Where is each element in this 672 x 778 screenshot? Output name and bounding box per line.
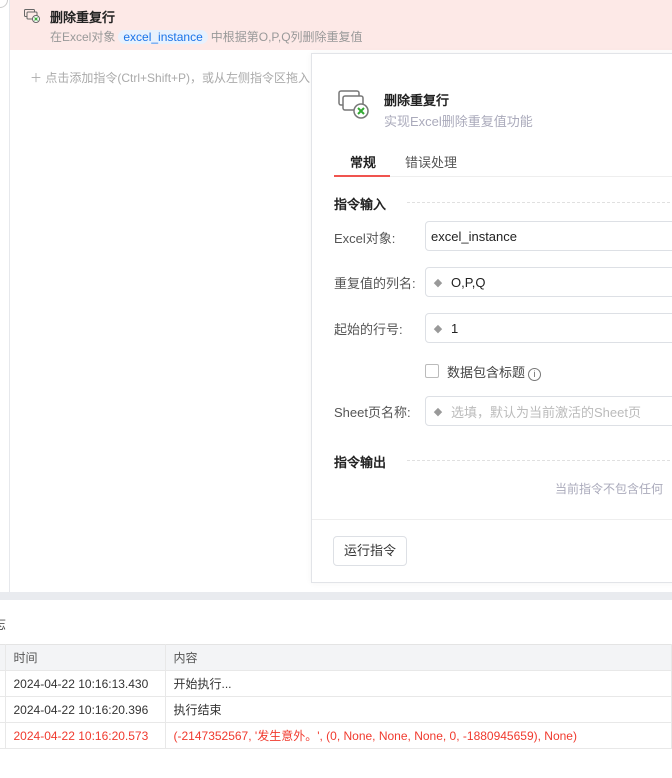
flow-left-border (9, 0, 10, 592)
remove-duplicates-icon (338, 90, 369, 119)
info-icon[interactable]: i (528, 368, 542, 381)
python-icon[interactable]: ◆ (431, 404, 445, 418)
table-row-error[interactable]: 2024-04-22 10:16:20.573 (-2147352567, '发生… (0, 722, 672, 749)
output-section-heading: 指令输出 (334, 455, 387, 470)
log-content: (-2147352567, '发生意外。', (0, None, None, N… (165, 722, 672, 749)
command-description: 在Excel对象 excel_instance 中根据第O,P,Q列删除重复值 (50, 28, 363, 45)
tab-general[interactable]: 常规 (333, 152, 391, 177)
input-section-heading: 指令输入 (334, 197, 387, 212)
field-value: excel_instance (431, 228, 517, 244)
field-value: O,P,Q (451, 274, 486, 290)
log-time: 2024-04-22 10:16:13.430 (5, 670, 166, 697)
duplicate-columns-input[interactable]: ◆ O,P,Q (425, 267, 672, 297)
log-time: 2024-04-22 10:16:20.573 (5, 722, 166, 749)
field-label: 起始的行号: (334, 322, 403, 337)
add-command-hint[interactable]: ＋ 点击添加指令(Ctrl+Shift+P)，或从左侧指令区拖入 (30, 69, 310, 86)
variable-chip[interactable]: excel_instance (118, 30, 208, 44)
divider (407, 460, 672, 461)
checkbox-text: 数据包含标题 (447, 365, 526, 380)
has-header-label: 数据包含标题 i (447, 362, 542, 381)
remove-duplicates-icon (24, 9, 40, 23)
table-header: 时间 内容 (0, 644, 672, 671)
column-time: 时间 (5, 644, 166, 671)
command-row-remove-duplicates[interactable]: 删除重复行 在Excel对象 excel_instance 中根据第O,P,Q列删除… (10, 0, 672, 50)
start-row-input[interactable]: ◆ 1 (425, 313, 672, 343)
collapse-handle[interactable] (0, 0, 8, 8)
no-output-text: 当前指令不包含任何 (555, 482, 664, 496)
command-properties-panel: 删除重复行 实现Excel删除重复值功能 常规 错误处理 指令输入 Excel对… (311, 53, 672, 583)
excel-object-select[interactable]: excel_instance (425, 221, 672, 251)
has-header-checkbox[interactable] (425, 364, 439, 378)
log-time: 2024-04-22 10:16:20.396 (5, 696, 166, 723)
column-content: 内容 (165, 644, 672, 671)
tab-error-handling[interactable]: 错误处理 (405, 152, 457, 171)
panel-tabs: 常规 错误处理 (333, 150, 672, 177)
log-panel-title: 志 (0, 614, 6, 633)
python-icon[interactable]: ◆ (431, 275, 445, 289)
field-value: 1 (451, 320, 459, 336)
command-title: 删除重复行 (50, 10, 116, 25)
add-hint-text: 点击添加指令(Ctrl+Shift+P)，或从左侧指令区拖入 (45, 71, 311, 85)
field-label: Sheet页名称: (334, 405, 411, 420)
divider (407, 202, 672, 203)
panel-subtitle: 实现Excel删除重复值功能 (384, 114, 533, 129)
plus-icon: ＋ (30, 71, 46, 85)
log-content: 开始执行... (165, 670, 672, 697)
pane-splitter[interactable] (0, 592, 672, 600)
run-command-button[interactable]: 运行指令 (333, 536, 408, 566)
sheet-name-input[interactable]: ◆ 选填，默认为当前激活的Sheet页 (425, 396, 672, 426)
field-label: 重复值的列名: (334, 276, 416, 291)
log-table: 时间 内容 2024-04-22 10:16:13.430 开始执行... 2024… (0, 644, 672, 749)
table-row[interactable]: 2024-04-22 10:16:20.396 执行结束 (0, 696, 672, 723)
field-label: Excel对象: (334, 231, 396, 246)
desc-prefix: 在Excel对象 (50, 30, 116, 44)
divider (312, 519, 672, 520)
desc-suffix: 中根据第O,P,Q列删除重复值 (210, 30, 363, 44)
placeholder: 选填，默认为当前激活的Sheet页 (451, 404, 641, 420)
python-icon[interactable]: ◆ (431, 321, 445, 335)
panel-title: 删除重复行 (384, 93, 450, 108)
table-row[interactable]: 2024-04-22 10:16:13.430 开始执行... (0, 670, 672, 697)
log-content: 执行结束 (165, 696, 672, 723)
